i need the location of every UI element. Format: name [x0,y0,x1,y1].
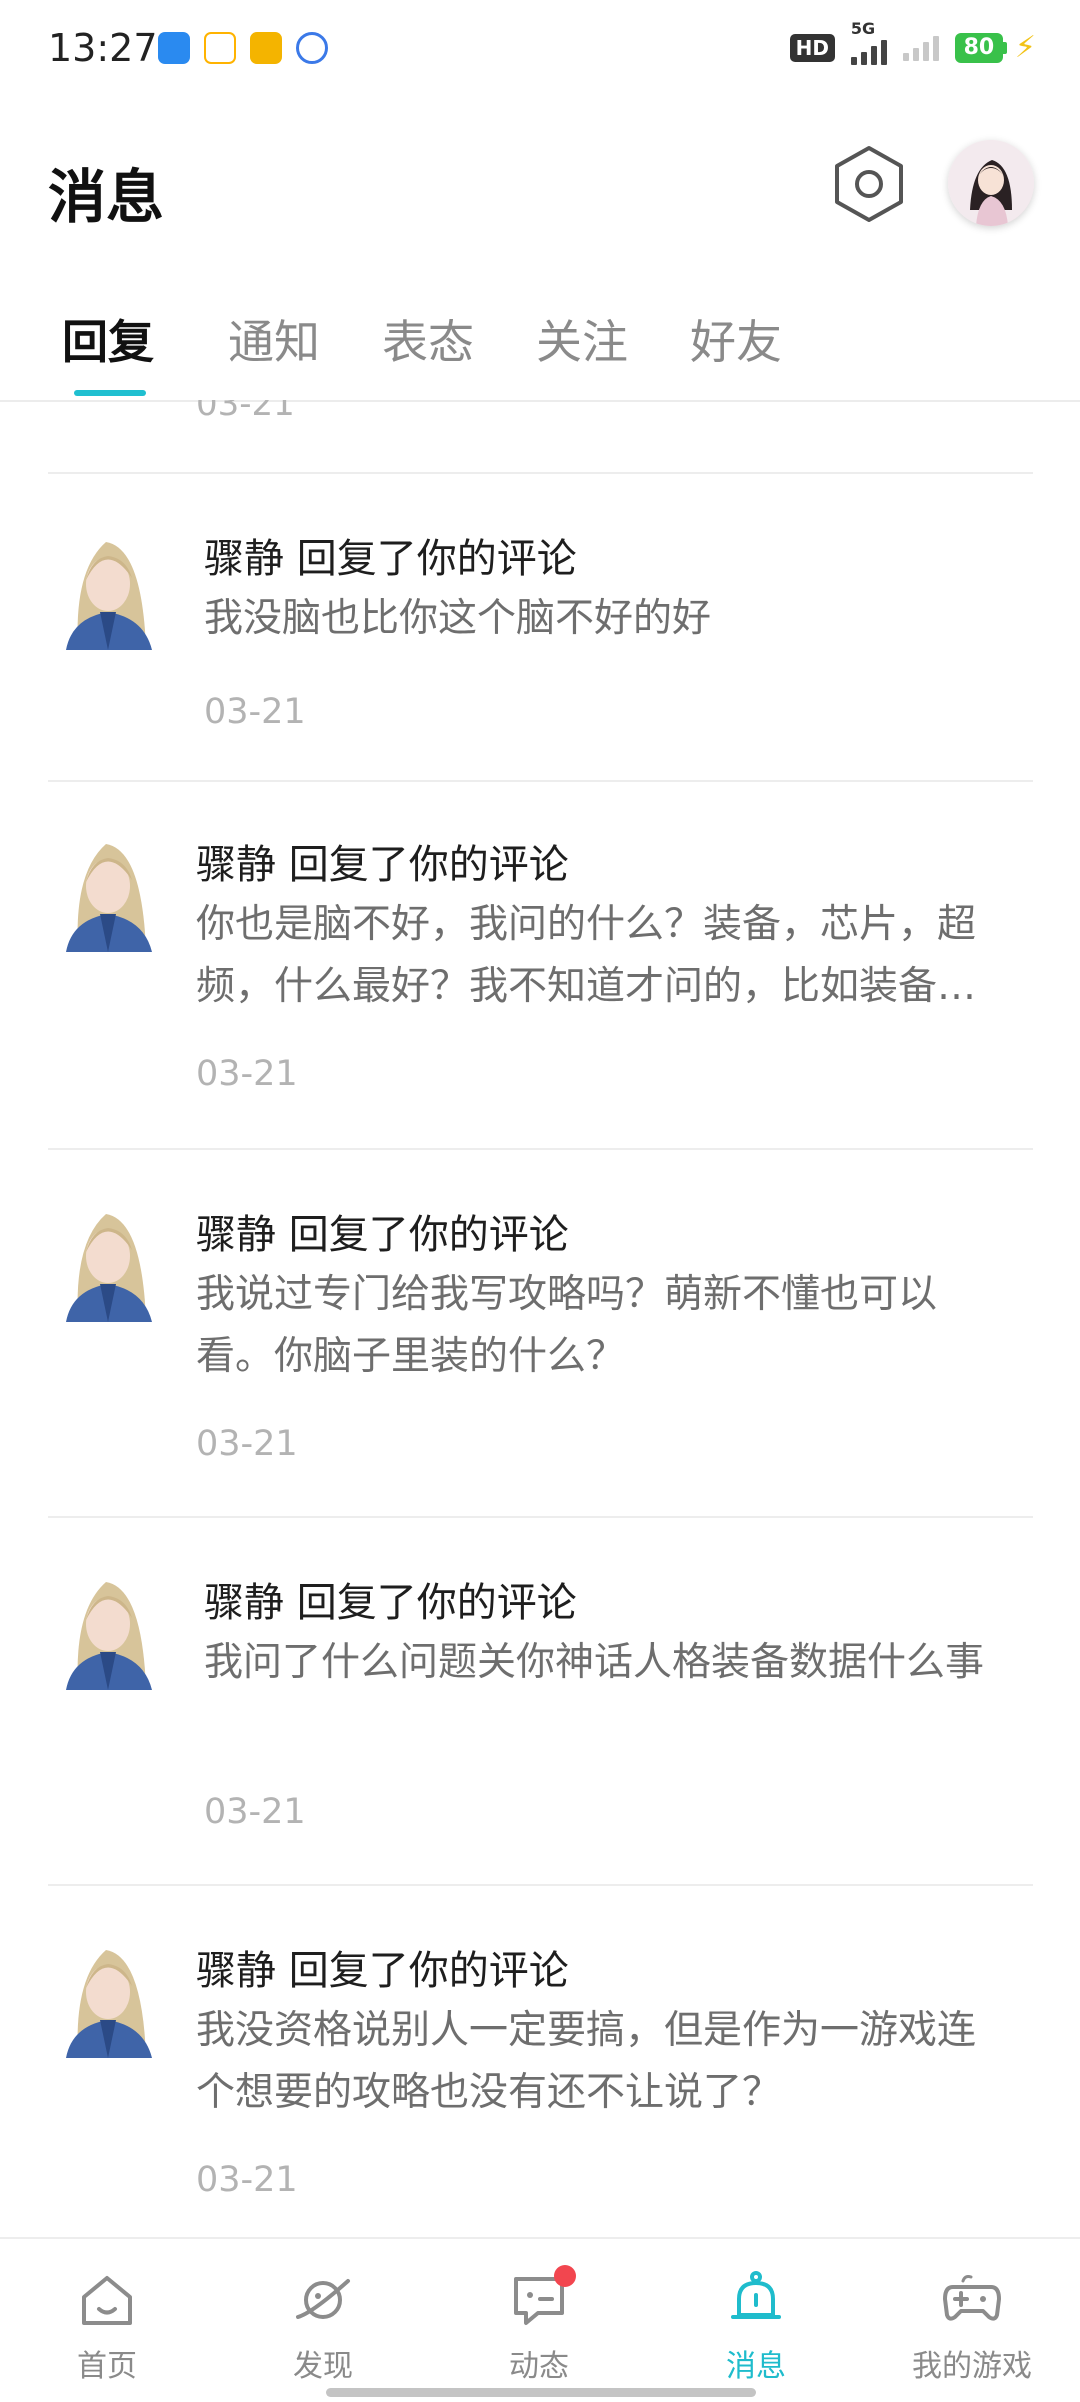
tab-bar: 回复 通知 表态 关注 好友 [0,290,1080,402]
battery-icon: 80 ⚡ [954,30,1036,65]
item-body: 我没资格说别人一定要搞，但是作为一游戏连个想要的攻略也没有还不让说了？ [196,2008,977,2115]
list-item[interactable]: 03-21 [48,400,1033,474]
list-item[interactable]: 骤静 回复了你的评论 我问了什么问题关你神话人格装备数据什么事 03-21 [48,1516,1033,1886]
item-title: 骤静 回复了你的评论 [196,1948,569,1994]
page-title: 消息 [48,163,165,231]
tab-reactions[interactable]: 表态 [382,306,474,372]
nav-home[interactable]: 首页 [32,2269,182,2385]
planet-icon [296,2279,350,2319]
home-indicator[interactable] [326,2388,756,2397]
nav-feed[interactable]: 动态 [464,2265,614,2385]
bottom-nav: 首页 发现 动态 消息 我的游戏 [0,2237,1080,2402]
item-date: 03-21 [196,1054,298,1094]
status-bar: 13:27 HD 5G 80 ⚡ [0,0,1080,100]
nav-my-games[interactable]: 我的游戏 [897,2269,1047,2385]
signal-icon [902,35,939,61]
notification-app-icon [204,32,236,64]
user-avatar[interactable] [56,832,160,952]
nav-discover[interactable]: 发现 [248,2269,398,2385]
list-item[interactable]: 骤静 回复了你的评论 我没脑也比你这个脑不好的好 03-21 [48,474,1033,782]
charging-icon: ⚡ [1014,30,1036,65]
item-date: 03-21 [204,1792,306,1832]
signal-5g-icon: 5G [850,19,887,65]
notification-app-icon [158,32,190,64]
home-icon [82,2276,132,2325]
status-time: 13:27 [48,26,158,70]
item-date: 03-21 [196,1424,298,1464]
item-body: 我说过专门给我写攻略吗？萌新不懂也可以看。你脑子里装的什么？ [196,1272,938,1379]
user-avatar[interactable] [948,140,1034,226]
nav-label: 首页 [77,2349,137,2384]
notification-badge [554,2265,576,2287]
nav-label: 动态 [509,2349,569,2384]
hd-badge: HD [789,33,835,62]
nav-label: 发现 [293,2349,353,2384]
item-title: 骤静 回复了你的评论 [196,842,569,888]
nav-label: 消息 [726,2349,786,2384]
settings-button[interactable] [833,144,905,224]
tab-replies[interactable]: 回复 [62,306,154,372]
list-item[interactable]: 骤静 回复了你的评论 你也是脑不好，我问的什么？装备，芯片，超频，什么最好？我不… [48,780,1033,1150]
item-title: 骤静 回复了你的评论 [204,536,577,582]
item-body: 我问了什么问题关你神话人格装备数据什么事 [204,1640,985,1685]
avatar-image [948,140,1034,226]
gamepad-icon [943,2275,1001,2321]
tab-follows[interactable]: 关注 [536,306,628,372]
list-item[interactable]: 骤静 回复了你的评论 我没资格说别人一定要搞，但是作为一游戏连个想要的攻略也没有… [48,1884,1033,2234]
item-title: 骤静 回复了你的评论 [204,1580,577,1626]
item-title: 骤静 回复了你的评论 [196,1212,569,1258]
list-item[interactable]: 骤静 回复了你的评论 我说过专门给我写攻略吗？萌新不懂也可以看。你脑子里装的什么… [48,1148,1033,1518]
user-avatar[interactable] [56,530,160,650]
item-date: 03-21 [196,2160,298,2200]
tab-indicator [74,390,146,396]
notification-app-icon [296,32,328,64]
item-body: 我没脑也比你这个脑不好的好 [204,596,712,641]
tab-notifications[interactable]: 通知 [228,306,320,372]
reply-list: 03-21 骤静 回复了你的评论 我没脑也比你这个脑不好的好 03-21 骤静 … [48,400,1033,2235]
gear-icon [835,146,903,222]
network-label: 5G [850,18,876,38]
nav-messages[interactable]: 消息 [681,2269,831,2385]
tab-friends[interactable]: 好友 [690,306,782,372]
item-date: 03-21 [204,692,306,732]
user-avatar[interactable] [56,1202,160,1322]
nav-label: 我的游戏 [912,2349,1032,2384]
user-avatar[interactable] [56,1938,160,2058]
weibo-icon [250,32,282,64]
item-date: 03-21 [196,400,295,424]
status-app-icons [158,32,328,64]
battery-level: 80 [954,32,1003,63]
item-body: 你也是脑不好，我问的什么？装备，芯片，超频，什么最好？我不知道才问的，比如装备哪… [196,902,977,1009]
bell-icon [731,2271,781,2319]
status-indicators: HD 5G 80 ⚡ [789,19,1036,65]
user-avatar[interactable] [56,1570,160,1690]
